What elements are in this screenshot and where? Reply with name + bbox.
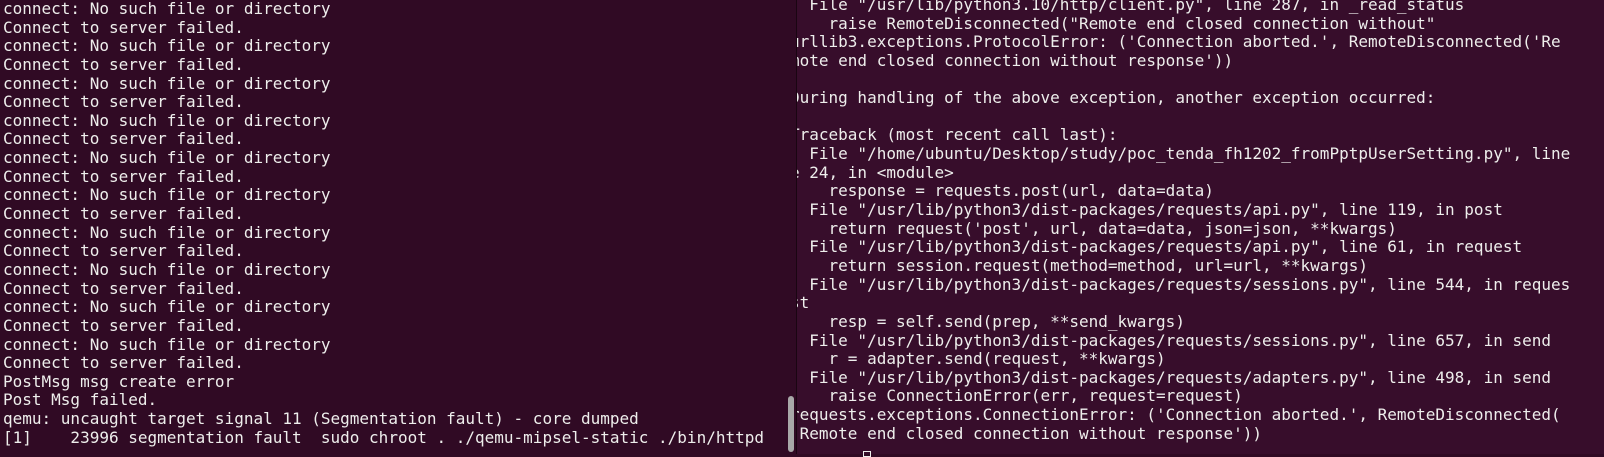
terminal-cursor — [863, 451, 871, 457]
terminal-line: raise RemoteDisconnected("Remote end clo… — [797, 13, 1436, 33]
terminal-line: resp = self.send(prep, **send_kwargs) — [797, 311, 1185, 331]
terminal-line: connect: No such file or directory — [3, 334, 331, 354]
terminal-line: connect: No such file or directory — [3, 36, 331, 56]
terminal-line: Connect to server failed. — [3, 92, 244, 112]
terminal-output: connect: No such file or directory Connec… — [3, 0, 764, 447]
terminal-line: Connect to server failed. — [3, 241, 244, 261]
terminal-line: File "/usr/lib/python3/dist-packages/req… — [797, 237, 1523, 257]
terminal-line: connect: No such file or directory — [3, 148, 331, 168]
terminal-line: response = requests.post(url, data=data) — [797, 181, 1214, 201]
terminal-line: Connect to server failed. — [3, 353, 244, 373]
terminal-line: return request('post', url, data=data, j… — [797, 218, 1397, 238]
terminal-line: connect: No such file or directory — [3, 185, 331, 205]
terminal-line: e 24, in <module> — [797, 162, 954, 182]
terminal-line: requests.exceptions.ConnectionError: ('C… — [797, 405, 1561, 425]
terminal-line: qemu: uncaught target signal 11 (Segment… — [3, 409, 639, 429]
terminal-line: Connect to server failed. — [3, 54, 244, 74]
terminal-line: During handling of the above exception, … — [797, 88, 1436, 108]
terminal-line: connect: No such file or directory — [3, 110, 331, 130]
terminal-line: PostMsg msg create error — [3, 371, 235, 391]
terminal-line: 'Remote end closed connection without re… — [797, 423, 1263, 443]
terminal-line: Post Msg failed. — [3, 390, 158, 410]
terminal-line: File "/usr/lib/python3/dist-packages/req… — [797, 367, 1551, 387]
terminal-line: [1] 23996 segmentation fault sudo chroot… — [3, 427, 764, 447]
terminal-line: return session.request(method=method, ur… — [797, 255, 1368, 275]
terminal-line: connect: No such file or directory — [3, 259, 331, 279]
terminal-line: Connect to server failed. — [3, 17, 244, 37]
terminal-line: Connect to server failed. — [3, 166, 244, 186]
terminal-line: Connect to server failed. — [3, 278, 244, 298]
terminal-line: File "/usr/lib/python3/dist-packages/req… — [797, 330, 1551, 350]
terminal-line: st — [797, 293, 810, 313]
terminal-line: File "/usr/lib/python3.10/http/client.py… — [797, 0, 1465, 14]
terminal-line: mote end closed connection without respo… — [797, 50, 1234, 70]
terminal-line: connect: No such file or directory — [3, 73, 331, 93]
terminal-output: File "/usr/lib/python3.10/http/client.py… — [797, 0, 1570, 443]
terminal-line: raise ConnectionError(err, request=reque… — [797, 386, 1243, 406]
terminal-line: Connect to server failed. — [3, 129, 244, 149]
right-terminal-pane[interactable]: File "/usr/lib/python3.10/http/client.py… — [797, 0, 1604, 454]
terminal-line: r = adapter.send(request, **kwargs) — [797, 349, 1166, 369]
terminal-line: Connect to server failed. — [3, 315, 244, 335]
terminal-line: connect: No such file or directory — [3, 297, 331, 317]
left-terminal-scrollbar[interactable] — [788, 396, 794, 452]
terminal-line: urllib3.exceptions.ProtocolError: ('Conn… — [797, 32, 1561, 52]
terminal-line: File "/usr/lib/python3/dist-packages/req… — [797, 274, 1571, 294]
left-terminal-pane[interactable]: connect: No such file or directory Connec… — [0, 0, 796, 454]
terminal-line: File "/home/ubuntu/Desktop/study/poc_ten… — [797, 144, 1571, 164]
terminal-line: Traceback (most recent call last): — [797, 125, 1118, 145]
terminal-line: Connect to server failed. — [3, 204, 244, 224]
terminal-line: connect: No such file or directory — [3, 0, 331, 18]
terminal-line: File "/usr/lib/python3/dist-packages/req… — [797, 200, 1503, 220]
terminal-line: connect: No such file or directory — [3, 222, 331, 242]
